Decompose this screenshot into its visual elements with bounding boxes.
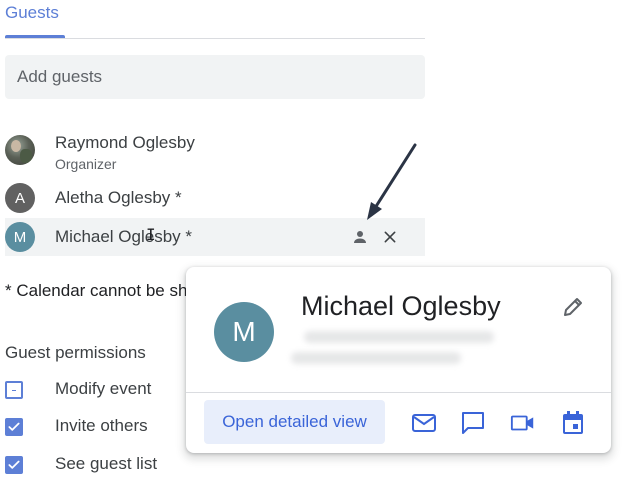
card-divider <box>186 392 611 393</box>
add-guests-input[interactable] <box>15 66 415 88</box>
annotation-arrow-icon <box>367 143 417 220</box>
redacted-detail <box>304 331 494 343</box>
checkmark-icon <box>8 460 20 469</box>
avatar: M <box>5 222 35 252</box>
tab-divider <box>5 38 425 39</box>
redacted-detail <box>291 352 461 364</box>
calendar-icon[interactable] <box>560 410 586 436</box>
permission-label: Modify event <box>55 379 152 398</box>
edit-pencil-icon[interactable] <box>561 295 585 319</box>
guests-panel: Guests Raymond Oglesby Organizer A Aleth… <box>0 0 628 489</box>
avatar: A <box>5 183 35 213</box>
permission-label: Invite others <box>55 416 148 435</box>
guest-name: Aletha Oglesby * <box>55 188 182 207</box>
add-guests-field[interactable] <box>5 55 425 99</box>
avatar <box>5 135 35 165</box>
video-icon[interactable] <box>510 410 536 436</box>
checkmark-icon <box>8 422 20 431</box>
checkbox-checked[interactable] <box>5 456 23 474</box>
guest-name: Michael Oglesby * <box>55 227 193 246</box>
guest-role: Organizer <box>55 156 117 172</box>
text-cursor-icon: I <box>146 225 156 244</box>
guest-permissions-heading: Guest permissions <box>5 343 146 362</box>
tab-guests[interactable]: Guests <box>5 3 59 23</box>
contact-hover-card: M Michael Oglesby Open detailed view <box>186 267 611 453</box>
guest-name: Raymond Oglesby <box>55 133 195 152</box>
card-avatar: M <box>214 302 274 362</box>
remove-guest-icon[interactable] <box>380 227 400 247</box>
open-detailed-view-button[interactable]: Open detailed view <box>204 400 385 444</box>
person-icon[interactable] <box>350 227 370 247</box>
calendar-footnote: * Calendar cannot be sh <box>5 281 188 300</box>
checkbox-checked[interactable] <box>5 418 23 436</box>
mail-icon[interactable] <box>411 410 437 436</box>
permission-label: See guest list <box>55 454 158 473</box>
checkbox-unchecked[interactable] <box>5 381 23 399</box>
card-contact-name: Michael Oglesby <box>301 291 501 321</box>
chat-icon[interactable] <box>460 410 486 436</box>
